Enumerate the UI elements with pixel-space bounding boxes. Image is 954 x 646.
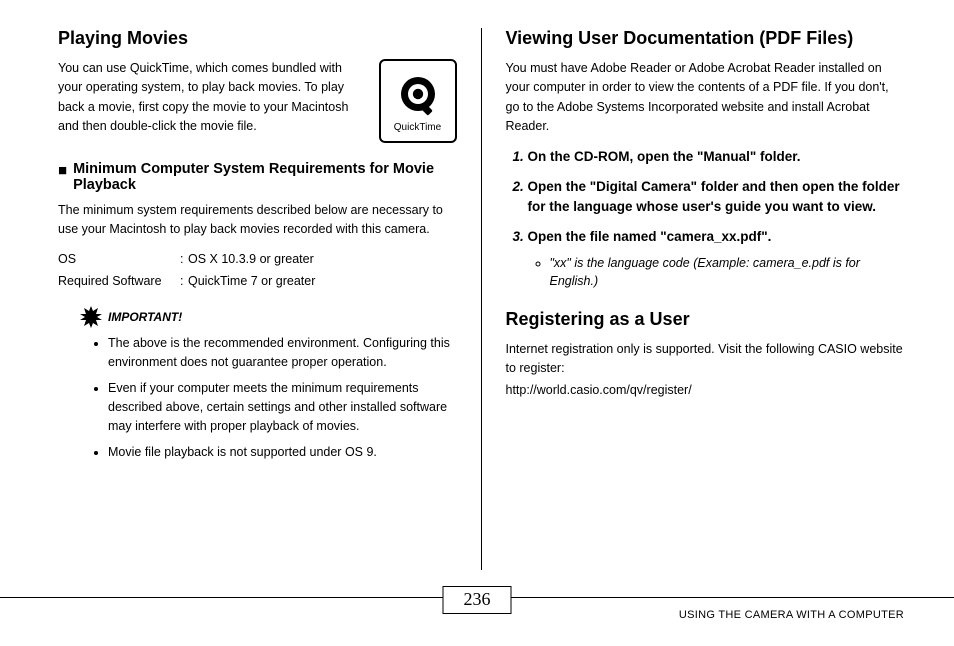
list-item: Even if your computer meets the minimum … bbox=[108, 379, 457, 437]
page-footer: 236 USING THE CAMERA WITH A COMPUTER bbox=[0, 597, 954, 632]
step-text: Open the file named "camera_xx.pdf". bbox=[528, 229, 772, 244]
heading-playing-movies: Playing Movies bbox=[58, 28, 457, 49]
quicktime-label: QuickTime bbox=[394, 122, 441, 133]
step-item: Open the file named "camera_xx.pdf". "xx… bbox=[528, 227, 905, 291]
page-content: Playing Movies You can use QuickTime, wh… bbox=[0, 0, 954, 570]
spec-val: OS X 10.3.9 or greater bbox=[188, 249, 314, 270]
important-bullets: The above is the recommended environment… bbox=[58, 334, 457, 462]
subheading-text: Minimum Computer System Requirements for… bbox=[73, 161, 456, 193]
intro-row: You can use QuickTime, which comes bundl… bbox=[58, 59, 457, 147]
spec-key: OS bbox=[58, 249, 180, 270]
step-item: Open the "Digital Camera" folder and the… bbox=[528, 177, 905, 218]
spec-row-os: OS : OS X 10.3.9 or greater bbox=[58, 249, 457, 270]
list-item: "xx" is the language code (Example: came… bbox=[550, 254, 905, 292]
quicktime-icon bbox=[395, 73, 441, 119]
list-item: Movie file playback is not supported und… bbox=[108, 443, 457, 462]
spec-colon: : bbox=[180, 271, 188, 292]
starburst-icon bbox=[80, 306, 102, 328]
quicktime-logo-box: QuickTime bbox=[379, 59, 457, 143]
step-item: On the CD-ROM, open the "Manual" folder. bbox=[528, 147, 905, 167]
heading-viewing-docs: Viewing User Documentation (PDF Files) bbox=[506, 28, 905, 49]
step-text: On the CD-ROM, open the "Manual" folder. bbox=[528, 149, 801, 164]
spec-val: QuickTime 7 or greater bbox=[188, 271, 315, 292]
spec-table: OS : OS X 10.3.9 or greater Required Sof… bbox=[58, 249, 457, 292]
register-url: http://world.casio.com/qv/register/ bbox=[506, 381, 905, 400]
viewing-docs-body: You must have Adobe Reader or Adobe Acro… bbox=[506, 59, 905, 137]
footer-section-title: USING THE CAMERA WITH A COMPUTER bbox=[679, 609, 904, 621]
right-column: Viewing User Documentation (PDF Files) Y… bbox=[482, 28, 905, 570]
register-body: Internet registration only is supported.… bbox=[506, 340, 905, 379]
spec-colon: : bbox=[180, 249, 188, 270]
step-text: Open the "Digital Camera" folder and the… bbox=[528, 179, 900, 214]
spec-row-software: Required Software : QuickTime 7 or great… bbox=[58, 271, 457, 292]
steps-list: On the CD-ROM, open the "Manual" folder.… bbox=[506, 147, 905, 292]
spec-key: Required Software bbox=[58, 271, 180, 292]
step-sublist: "xx" is the language code (Example: came… bbox=[528, 254, 905, 292]
requirements-body: The minimum system requirements describe… bbox=[58, 201, 457, 240]
heading-registering: Registering as a User bbox=[506, 309, 905, 330]
subheading-requirements: ■ Minimum Computer System Requirements f… bbox=[58, 161, 457, 193]
square-bullet-icon: ■ bbox=[58, 162, 67, 180]
important-label: IMPORTANT! bbox=[108, 310, 182, 324]
list-item: The above is the recommended environment… bbox=[108, 334, 457, 373]
intro-text: You can use QuickTime, which comes bundl… bbox=[58, 59, 367, 137]
left-column: Playing Movies You can use QuickTime, wh… bbox=[58, 28, 482, 570]
important-callout: IMPORTANT! bbox=[80, 306, 457, 328]
page-number: 236 bbox=[443, 586, 512, 614]
